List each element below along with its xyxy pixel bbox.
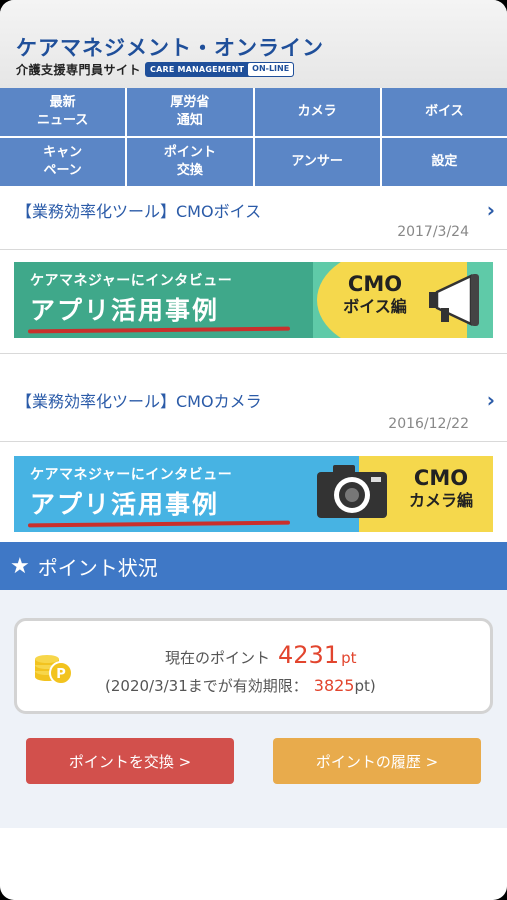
banner-edition-label: ボイス編: [343, 297, 407, 316]
banner-lead: ケアマネジャーにインタビュー: [30, 273, 233, 289]
banner-cmo-label: CMO: [347, 272, 403, 296]
banner-headline: アプリ活用事例: [30, 490, 220, 519]
banner-right-text: CMO ボイス編: [327, 272, 423, 318]
news-title: 【業務効率化ツール】CMOカメラ: [16, 392, 262, 411]
banner-cmo-camera[interactable]: ケアマネジャーにインタビュー アプリ活用事例 CMO カメラ編: [14, 456, 493, 532]
news-item-cmo-camera[interactable]: 【業務効率化ツール】CMOカメラ 2016/12/22 ›: [0, 354, 507, 442]
points-history-button[interactable]: ポイントの履歴 >: [273, 738, 481, 784]
star-icon: ★: [10, 553, 30, 579]
menu-answer[interactable]: アンサー: [254, 138, 380, 186]
main-menu-grid: 最新 ニュース 厚労省 通知 カメラ ボイス キャン ペーン ポイント 交換 ア…: [0, 88, 507, 186]
news-date: 2017/3/24: [397, 224, 469, 240]
menu-latest-news[interactable]: 最新 ニュース: [0, 88, 126, 136]
expiry-label: (2020/3/31までが有効期限：: [105, 677, 308, 695]
points-card: P 現在のポイント 4231 pt (2020/3/31までが有効期限： 3825pt…: [14, 618, 493, 714]
megaphone-icon: [429, 274, 479, 326]
expiry-unit: pt): [354, 677, 376, 695]
banner-underline: [27, 326, 291, 334]
menu-campaign[interactable]: キャン ペーン: [0, 138, 126, 186]
news-title: 【業務効率化ツール】CMOボイス: [16, 202, 262, 221]
points-header-label: ポイント状況: [37, 555, 158, 580]
exchange-points-button[interactable]: ポイントを交換 >: [26, 738, 234, 784]
menu-voice[interactable]: ボイス: [381, 88, 507, 136]
logo-badge: CARE MANAGEMENT ON-LINE: [145, 62, 295, 77]
logo-badge-left: CARE MANAGEMENT: [150, 65, 245, 74]
current-points-unit: pt: [341, 649, 357, 667]
camera-icon: [317, 465, 387, 518]
app-screen: ケアマネジメント・オンライン 介護支援専門員サイト CARE MANAGEMEN…: [0, 0, 507, 900]
banner-right-text: CMO カメラ編: [393, 466, 489, 512]
current-points: 現在のポイント 4231 pt: [165, 641, 357, 669]
expiry-value: 3825: [313, 676, 355, 695]
menu-point-exchange[interactable]: ポイント 交換: [127, 138, 253, 186]
banner-headline: アプリ活用事例: [30, 296, 220, 325]
news-date: 2016/12/22: [388, 416, 469, 432]
banner-cmo-voice[interactable]: ケアマネジャーにインタビュー アプリ活用事例 CMO ボイス編: [14, 262, 493, 338]
logo-badge-right: ON-LINE: [248, 63, 294, 76]
menu-mhlw-notice[interactable]: 厚労省 通知: [127, 88, 253, 136]
banner-right: CMO カメラ編: [313, 456, 493, 532]
points-area: P 現在のポイント 4231 pt (2020/3/31までが有効期限： 3825pt…: [0, 590, 507, 828]
banner-left: ケアマネジャーにインタビュー アプリ活用事例: [14, 456, 313, 532]
current-points-value: 4231: [278, 641, 340, 669]
site-subtitle: 介護支援専門員サイト: [16, 63, 142, 77]
points-section-header: ★ ポイント状況: [0, 542, 507, 590]
svg-text:P: P: [56, 667, 66, 682]
banner-camera-wrap: ケアマネジャーにインタビュー アプリ活用事例 CMO カメラ編: [0, 442, 507, 542]
banner-left: ケアマネジャーにインタビュー アプリ活用事例: [14, 262, 313, 338]
chevron-right-icon: ›: [486, 388, 495, 412]
banner-lead: ケアマネジャーにインタビュー: [30, 467, 233, 483]
site-logo-subtitle: 介護支援専門員サイト CARE MANAGEMENT ON-LINE: [16, 61, 507, 78]
menu-settings[interactable]: 設定: [381, 138, 507, 186]
banner-edition-label: カメラ編: [408, 491, 473, 510]
banner-cmo-label: CMO: [413, 466, 469, 490]
points-button-row: ポイントを交換 > ポイントの履歴 >: [14, 714, 493, 784]
chevron-right-icon: ›: [486, 198, 495, 222]
banner-right: CMO ボイス編: [313, 262, 493, 338]
site-header: ケアマネジメント・オンライン 介護支援専門員サイト CARE MANAGEMEN…: [0, 0, 507, 88]
site-logo-title[interactable]: ケアマネジメント・オンライン: [16, 36, 507, 60]
expiring-points: (2020/3/31までが有効期限： 3825pt): [105, 675, 376, 696]
news-item-cmo-voice[interactable]: 【業務効率化ツール】CMOボイス 2017/3/24 ›: [0, 186, 507, 250]
coin-stack-icon: P: [35, 655, 73, 685]
menu-camera[interactable]: カメラ: [254, 88, 380, 136]
banner-underline: [27, 520, 291, 528]
current-points-label: 現在のポイント: [165, 649, 271, 667]
banner-voice-wrap: ケアマネジャーにインタビュー アプリ活用事例 CMO ボイス編: [0, 250, 507, 354]
